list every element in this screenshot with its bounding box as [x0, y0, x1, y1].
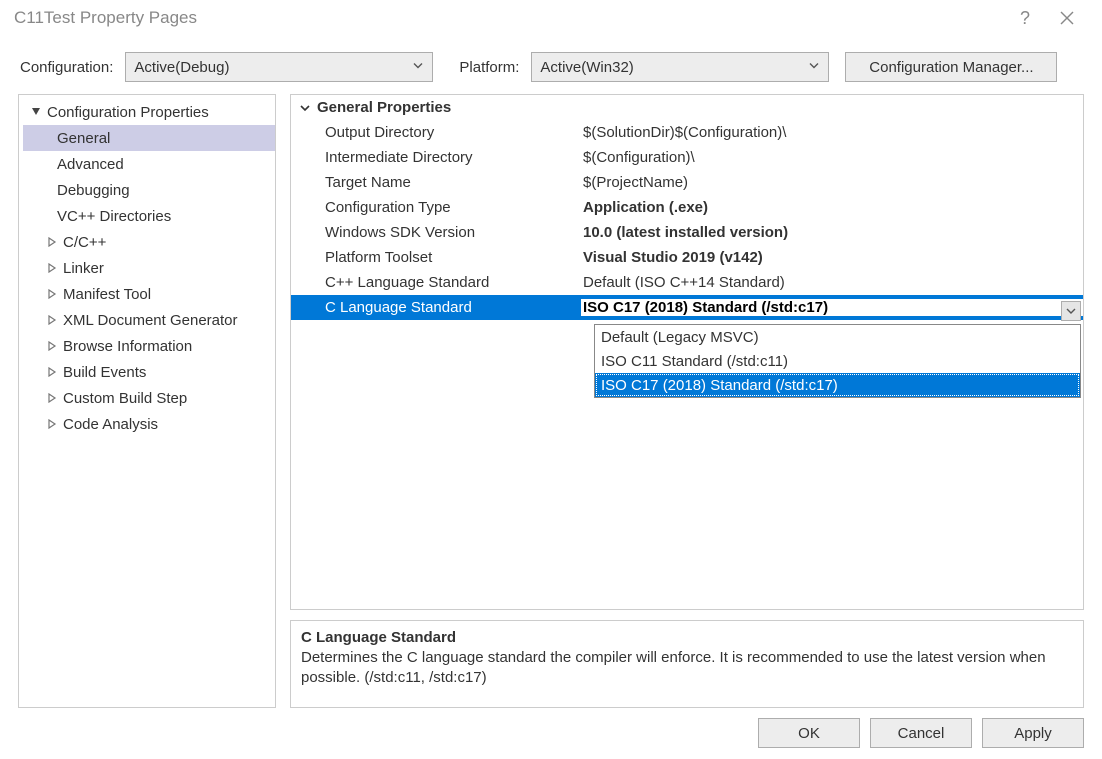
ok-button[interactable]: OK	[758, 718, 860, 748]
tree-item-label: Debugging	[53, 182, 130, 199]
property-value[interactable]: 10.0 (latest installed version)	[581, 224, 1083, 241]
property-grid[interactable]: General Properties Output Directory$(Sol…	[290, 94, 1084, 610]
property-name: Windows SDK Version	[291, 224, 581, 241]
tree-item-label: VC++ Directories	[53, 208, 171, 225]
tree-item-label: Advanced	[53, 156, 124, 173]
tree-item-label: Code Analysis	[59, 416, 158, 433]
property-value[interactable]: $(SolutionDir)$(Configuration)\	[581, 124, 1083, 141]
property-name: C++ Language Standard	[291, 274, 581, 291]
dropdown-option[interactable]: Default (Legacy MSVC)	[595, 325, 1080, 349]
configuration-dropdown[interactable]: Active(Debug)	[125, 52, 433, 82]
property-name: Platform Toolset	[291, 249, 581, 266]
tree-item[interactable]: VC++ Directories	[23, 203, 275, 229]
tree-item[interactable]: Browse Information	[23, 333, 275, 359]
property-value[interactable]: Visual Studio 2019 (v142)	[581, 249, 1083, 266]
tree-item[interactable]: General	[23, 125, 275, 151]
grid-row[interactable]: Platform ToolsetVisual Studio 2019 (v142…	[291, 245, 1083, 270]
chevron-right-icon	[45, 341, 59, 351]
configuration-value: Active(Debug)	[134, 59, 229, 76]
tree-item[interactable]: Build Events	[23, 359, 275, 385]
tree-item[interactable]: Custom Build Step	[23, 385, 275, 411]
tree-item[interactable]: Manifest Tool	[23, 281, 275, 307]
chevron-down-icon	[808, 59, 820, 76]
tree-item[interactable]: XML Document Generator	[23, 307, 275, 333]
footer-buttons: OK Cancel Apply	[0, 708, 1102, 748]
platform-value: Active(Win32)	[540, 59, 633, 76]
chevron-right-icon	[45, 393, 59, 403]
titlebar: C11Test Property Pages ?	[0, 0, 1102, 34]
property-tree[interactable]: Configuration Properties General Advanced…	[18, 94, 276, 708]
property-name: Target Name	[291, 174, 581, 191]
tree-item[interactable]: C/C++	[23, 229, 275, 255]
platform-dropdown[interactable]: Active(Win32)	[531, 52, 829, 82]
grid-row[interactable]: Windows SDK Version10.0 (latest installe…	[291, 220, 1083, 245]
chevron-down-icon	[299, 102, 317, 114]
grid-row[interactable]: Output Directory$(SolutionDir)$(Configur…	[291, 120, 1083, 145]
tree-item[interactable]: Linker	[23, 255, 275, 281]
tree-item-label: General	[53, 130, 110, 147]
tree-item-label: XML Document Generator	[59, 312, 238, 329]
configuration-manager-button[interactable]: Configuration Manager...	[845, 52, 1057, 82]
tree-item-label: Custom Build Step	[59, 390, 187, 407]
config-row: Configuration: Active(Debug) Platform: A…	[0, 34, 1102, 94]
grid-row[interactable]: Configuration TypeApplication (.exe)	[291, 195, 1083, 220]
tree-item[interactable]: Advanced	[23, 151, 275, 177]
property-value[interactable]: Default (ISO C++14 Standard)	[581, 274, 1083, 291]
chevron-right-icon	[45, 419, 59, 429]
property-name: Output Directory	[291, 124, 581, 141]
help-title: C Language Standard	[301, 629, 1073, 646]
cancel-button[interactable]: Cancel	[870, 718, 972, 748]
close-icon[interactable]	[1046, 6, 1088, 30]
grid-row[interactable]: Intermediate Directory$(Configuration)\	[291, 145, 1083, 170]
property-value[interactable]: Application (.exe)	[581, 199, 1083, 216]
window-title: C11Test Property Pages	[14, 8, 197, 28]
chevron-right-icon	[45, 263, 59, 273]
property-value[interactable]: ISO C17 (2018) Standard (/std:c17)	[581, 299, 1083, 316]
property-value[interactable]: $(ProjectName)	[581, 174, 1083, 191]
grid-section-header[interactable]: General Properties	[291, 95, 1083, 120]
chevron-right-icon	[45, 289, 59, 299]
chevron-right-icon	[45, 367, 59, 377]
dropdown-option[interactable]: ISO C17 (2018) Standard (/std:c17)	[595, 373, 1080, 397]
dropdown-list[interactable]: Default (Legacy MSVC)ISO C11 Standard (/…	[594, 324, 1081, 398]
grid-row[interactable]: C++ Language StandardDefault (ISO C++14 …	[291, 270, 1083, 295]
property-value[interactable]: $(Configuration)\	[581, 149, 1083, 166]
tree-item-label: C/C++	[59, 234, 106, 251]
grid-row[interactable]: Target Name$(ProjectName)	[291, 170, 1083, 195]
chevron-down-icon	[412, 59, 424, 76]
dropdown-option[interactable]: ISO C11 Standard (/std:c11)	[595, 349, 1080, 373]
property-name: Intermediate Directory	[291, 149, 581, 166]
help-icon[interactable]: ?	[1004, 6, 1046, 30]
help-panel: C Language Standard Determines the C lan…	[290, 620, 1084, 708]
chevron-right-icon	[45, 315, 59, 325]
grid-row[interactable]: C Language StandardISO C17 (2018) Standa…	[291, 295, 1083, 320]
chevron-down-icon	[29, 107, 43, 117]
property-name: Configuration Type	[291, 199, 581, 216]
chevron-right-icon	[45, 237, 59, 247]
dropdown-button[interactable]	[1061, 301, 1081, 321]
configuration-label: Configuration:	[20, 59, 113, 76]
tree-item[interactable]: Code Analysis	[23, 411, 275, 437]
tree-item-label: Build Events	[59, 364, 146, 381]
tree-item-label: Manifest Tool	[59, 286, 151, 303]
tree-item-label: Browse Information	[59, 338, 192, 355]
tree-item-label: Linker	[59, 260, 104, 277]
help-description: Determines the C language standard the c…	[301, 648, 1073, 689]
tree-root[interactable]: Configuration Properties	[23, 99, 275, 125]
property-name: C Language Standard	[291, 299, 581, 316]
tree-item[interactable]: Debugging	[23, 177, 275, 203]
platform-label: Platform:	[459, 59, 519, 76]
apply-button[interactable]: Apply	[982, 718, 1084, 748]
